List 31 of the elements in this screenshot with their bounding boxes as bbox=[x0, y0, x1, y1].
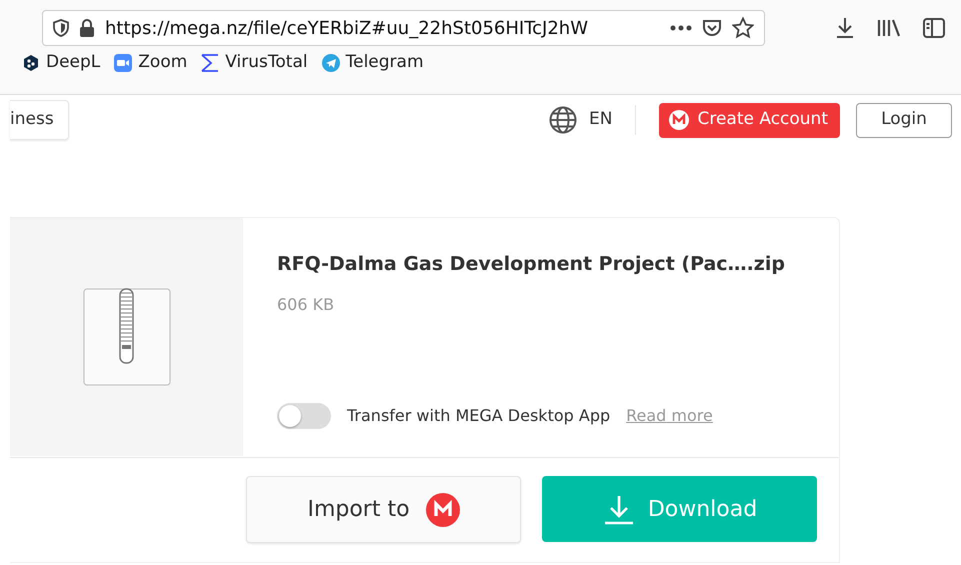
bookmark-label[interactable]: DeepL bbox=[46, 50, 100, 76]
file-size: 606 KB bbox=[277, 294, 336, 316]
download-icon[interactable] bbox=[835, 17, 855, 39]
import-button[interactable]: Import to bbox=[246, 476, 521, 543]
url-bar[interactable]: https://mega.nz/file/ceYERbiZ#uu_22hSt056HITcJ2hW bbox=[42, 10, 765, 46]
sidebar-icon[interactable] bbox=[923, 18, 945, 38]
video-camera-icon bbox=[114, 54, 132, 72]
star-icon[interactable] bbox=[732, 17, 754, 39]
toggle-label: Transfer with MEGA Desktop App bbox=[347, 404, 610, 426]
business-button[interactable]: iness bbox=[10, 100, 69, 140]
url-text: https://mega.nz/file/ceYERbiZ#uu_22hSt056HITcJ2hW bbox=[105, 16, 590, 40]
lock-icon bbox=[79, 19, 95, 37]
bookmark-label[interactable]: Telegram bbox=[346, 50, 424, 76]
zip-file-icon bbox=[82, 288, 170, 386]
more-icon[interactable] bbox=[670, 25, 692, 31]
login-button[interactable]: Login bbox=[856, 102, 952, 138]
mega-logo-icon bbox=[426, 492, 460, 526]
transfer-toggle[interactable] bbox=[277, 402, 331, 428]
file-name: RFQ-Dalma Gas Development Project (Pac….zip bbox=[277, 252, 785, 277]
mega-logo-icon bbox=[669, 110, 690, 130]
bookmark-label[interactable]: Zoom bbox=[138, 50, 188, 76]
bookmark-label[interactable]: VirusTotal bbox=[225, 50, 308, 76]
language-selector[interactable]: EN bbox=[589, 107, 612, 133]
paper-plane-icon bbox=[322, 54, 340, 72]
create-account-button[interactable]: Create Account bbox=[659, 102, 840, 138]
deepl-icon bbox=[22, 54, 40, 72]
sigma-icon bbox=[201, 54, 220, 72]
shield-icon bbox=[53, 19, 69, 37]
globe-icon[interactable] bbox=[549, 106, 577, 134]
pocket-icon[interactable] bbox=[702, 18, 722, 38]
library-icon[interactable] bbox=[877, 18, 901, 38]
